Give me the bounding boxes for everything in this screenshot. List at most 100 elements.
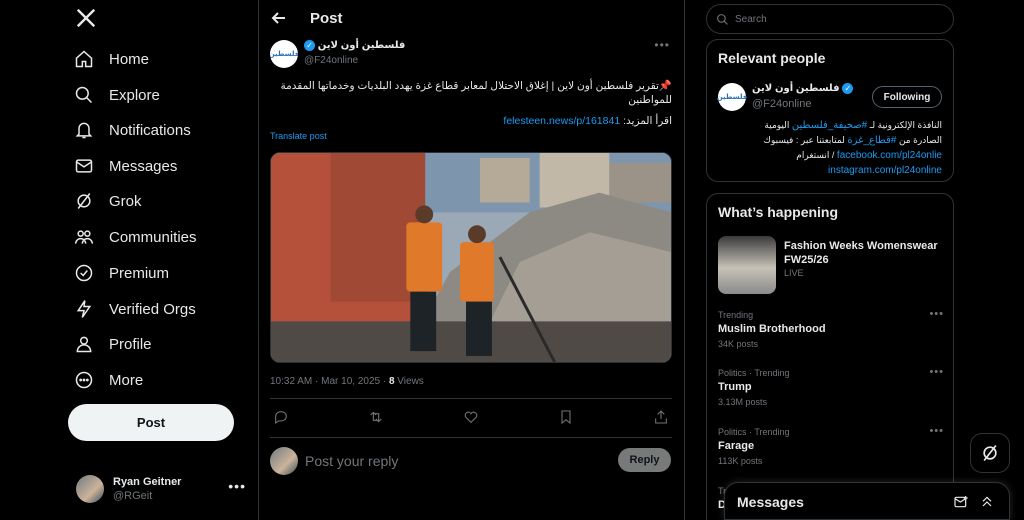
grok-icon: [983, 444, 997, 462]
avatar: [76, 475, 104, 503]
nav-item-explore[interactable]: Explore: [74, 81, 160, 109]
person-icon: [74, 334, 94, 354]
post-read-more: اقرأ المزيد: felesteen.news/p/161841: [270, 114, 672, 128]
more-dots-icon[interactable]: •••: [228, 478, 246, 494]
x-logo-icon[interactable]: [75, 7, 101, 33]
trend-count: 3.13M posts: [718, 397, 768, 407]
post-button[interactable]: Post: [68, 404, 234, 441]
bio-text: النافذة الإلكترونية لـ: [867, 120, 942, 130]
search-box[interactable]: [706, 4, 954, 34]
author-name[interactable]: فلسطين أون لاين ✓: [304, 40, 405, 51]
messages-drawer[interactable]: Messages: [724, 482, 1010, 520]
trend-category: Politics · Trending: [718, 427, 790, 437]
nav-label: Grok: [109, 192, 142, 210]
author-name-text: فلسطين أون لاين: [317, 40, 406, 52]
more-dots-icon[interactable]: •••: [929, 366, 944, 378]
nav-label: Explore: [109, 86, 160, 104]
new-message-icon[interactable]: [953, 494, 969, 510]
x-post-page: Home Explore Notifications Messages Grok…: [0, 0, 1024, 520]
bio-link[interactable]: instagram.com/pl24online: [828, 165, 942, 176]
post-meta: 10:32 AM · Mar 10, 2025 · 8 Views: [270, 376, 424, 387]
divider: [270, 398, 672, 399]
hashtag-link[interactable]: #صحيفة_فلسطين: [792, 120, 867, 131]
hashtag-link[interactable]: #قطاع_غزة: [847, 135, 896, 146]
nav-item-verified-orgs[interactable]: Verified Orgs: [74, 295, 196, 323]
page-title: Post: [310, 10, 343, 27]
back-arrow-icon[interactable]: [271, 10, 287, 26]
bio-link[interactable]: facebook.com/pl24onlie: [837, 150, 942, 161]
relevant-people-card: Relevant people فلسطين فلسطين أون لاين ✓…: [706, 39, 954, 182]
trend-category: Politics · Trending: [718, 368, 790, 378]
verified-badge-icon: ✓: [842, 83, 854, 94]
trend-item[interactable]: Trending Muslim Brotherhood 34K posts ••…: [718, 308, 944, 349]
messages-title: Messages: [737, 494, 804, 510]
relevant-handle[interactable]: @F24online: [752, 98, 811, 110]
nav-label: Verified Orgs: [109, 300, 196, 318]
more-dots-icon[interactable]: •••: [929, 425, 944, 437]
trend-count: 34K posts: [718, 339, 759, 349]
post-header: Post: [259, 0, 684, 36]
author-handle[interactable]: @F24online: [304, 55, 358, 66]
nav-item-grok[interactable]: Grok: [74, 187, 142, 215]
chevron-up-icon[interactable]: [979, 494, 995, 510]
search-input[interactable]: [735, 13, 935, 25]
trend-item[interactable]: Politics · Trending Trump 3.13M posts ••…: [718, 366, 944, 407]
post-text: 📌تقرير فلسطين أون لاين | إغلاق الاحتلال …: [280, 80, 672, 106]
relevant-name[interactable]: فلسطين أون لاين ✓: [752, 83, 854, 95]
following-button[interactable]: Following: [872, 86, 942, 108]
nav-label: Notifications: [109, 121, 191, 139]
nav-label: Communities: [109, 228, 197, 246]
nav-label: Premium: [109, 264, 170, 282]
reply-input[interactable]: [305, 451, 605, 471]
author-avatar[interactable]: فلسطين: [270, 40, 298, 68]
grok-button[interactable]: [970, 433, 1010, 473]
account-switcher[interactable]: Ryan Geitner @RGeit •••: [76, 472, 246, 506]
nav-item-home[interactable]: Home: [74, 45, 149, 73]
more-dots-icon[interactable]: •••: [929, 308, 944, 320]
trend-name: Trump: [718, 381, 752, 393]
nav-item-notifications[interactable]: Notifications: [74, 116, 191, 144]
reply-icon[interactable]: [273, 409, 289, 425]
nav-label: Profile: [109, 335, 152, 353]
translate-post-link[interactable]: Translate post: [270, 131, 327, 141]
nav-item-profile[interactable]: Profile: [74, 330, 152, 358]
event-title[interactable]: Fashion Weeks Womenswear FW25/26: [784, 239, 944, 267]
divider: [684, 0, 685, 520]
trend-category: Trending: [718, 310, 754, 320]
card-title: Relevant people: [718, 50, 826, 66]
reply-button[interactable]: Reply: [618, 448, 671, 472]
trend-name: Farage: [718, 440, 755, 452]
account-handle: @RGeit: [113, 490, 153, 502]
grok-icon: [74, 191, 94, 211]
bookmark-icon[interactable]: [558, 409, 574, 425]
nav-label: Messages: [109, 157, 178, 175]
nav-item-premium[interactable]: Premium: [74, 259, 169, 287]
nav-item-more[interactable]: More: [74, 366, 143, 394]
home-icon: [74, 49, 94, 69]
nav-item-messages[interactable]: Messages: [74, 152, 177, 180]
post-image[interactable]: [270, 152, 672, 363]
share-icon[interactable]: [653, 409, 669, 425]
divider: [270, 437, 672, 438]
nav-label: Home: [109, 50, 150, 68]
nav-item-communities[interactable]: Communities: [74, 223, 197, 251]
verified-badge-icon: ✓: [304, 40, 315, 51]
more-dots-icon[interactable]: •••: [654, 38, 670, 52]
envelope-icon: [74, 156, 94, 176]
relevant-name-text: فلسطين أون لاين: [752, 83, 840, 95]
like-icon[interactable]: [463, 409, 479, 425]
trend-item[interactable]: Politics · Trending Farage 113K posts ••…: [718, 425, 944, 466]
bio-text: لمتابعتنا عبر : فيسبوك: [763, 135, 848, 145]
author-avatar[interactable]: فلسطين: [717, 83, 747, 111]
post-timestamp[interactable]: 10:32 AM · Mar 10, 2025 ·: [270, 376, 389, 387]
more-circle-icon: [74, 370, 94, 390]
repost-icon[interactable]: [368, 409, 384, 425]
people-icon: [74, 227, 94, 247]
read-more-label: اقرأ المزيد:: [620, 115, 672, 127]
event-image[interactable]: [718, 236, 776, 294]
event-status: LIVE: [784, 268, 804, 278]
x-badge-icon: [74, 263, 94, 283]
search-icon: [74, 85, 94, 105]
post-link[interactable]: felesteen.news/p/161841: [503, 115, 620, 127]
nav-label: More: [109, 371, 144, 389]
